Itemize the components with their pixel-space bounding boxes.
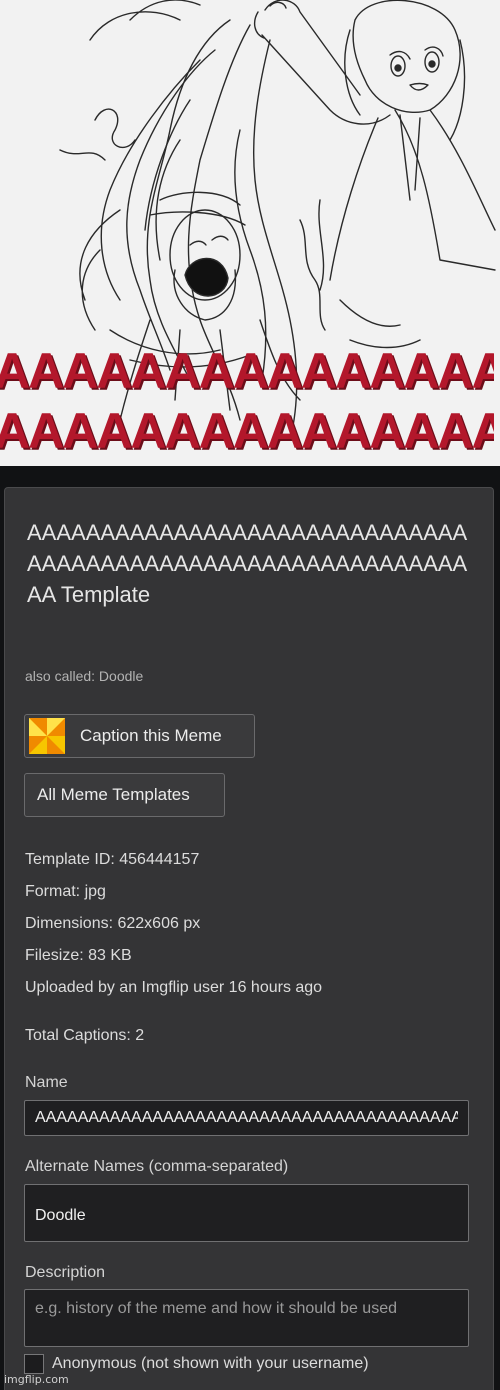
alternate-names-input[interactable] xyxy=(24,1184,469,1242)
format: Format: jpg xyxy=(25,883,106,900)
caption-this-meme-button[interactable]: Caption this Meme xyxy=(24,714,255,758)
name-label: Name xyxy=(25,1074,68,1091)
anonymous-label: Anonymous (not shown with your username) xyxy=(52,1355,369,1372)
description-label: Description xyxy=(25,1264,106,1281)
template-id: Template ID: 456444157 xyxy=(25,851,200,868)
scream-text-line1: AAAAAAAAAAAAAAAAAAA xyxy=(0,346,494,396)
filesize: Filesize: 83 KB xyxy=(25,947,132,964)
template-info-panel: AAAAAAAAAAAAAAAAAAAAAAAAAAAAAAAAAAAAAAAA… xyxy=(4,487,494,1390)
template-title: AAAAAAAAAAAAAAAAAAAAAAAAAAAAAAAAAAAAAAAA… xyxy=(27,520,468,607)
pinwheel-icon xyxy=(29,718,65,754)
all-templates-label: All Meme Templates xyxy=(37,785,190,804)
meme-image: AAAAAAAAAAAAAAAAAAA AAAAAAAAAAAAAAAAAAA xyxy=(0,0,500,466)
all-meme-templates-button[interactable]: All Meme Templates xyxy=(24,773,225,817)
name-input[interactable] xyxy=(24,1100,469,1136)
sketch-drawing xyxy=(59,0,496,441)
caption-button-label: Caption this Meme xyxy=(80,726,222,745)
also-called-text: also called: Doodle xyxy=(25,668,144,684)
dimensions: Dimensions: 622x606 px xyxy=(25,915,201,932)
uploaded-by: Uploaded by an Imgflip user 16 hours ago xyxy=(25,979,323,996)
imgflip-watermark: imgflip.com xyxy=(4,1373,69,1386)
alternate-names-label: Alternate Names (comma-separated) xyxy=(25,1158,289,1175)
total-captions: Total Captions: 2 xyxy=(25,1027,145,1044)
anonymous-checkbox[interactable] xyxy=(24,1354,44,1374)
description-textarea[interactable] xyxy=(24,1289,469,1347)
scream-text-line2: AAAAAAAAAAAAAAAAAAA xyxy=(0,406,494,456)
